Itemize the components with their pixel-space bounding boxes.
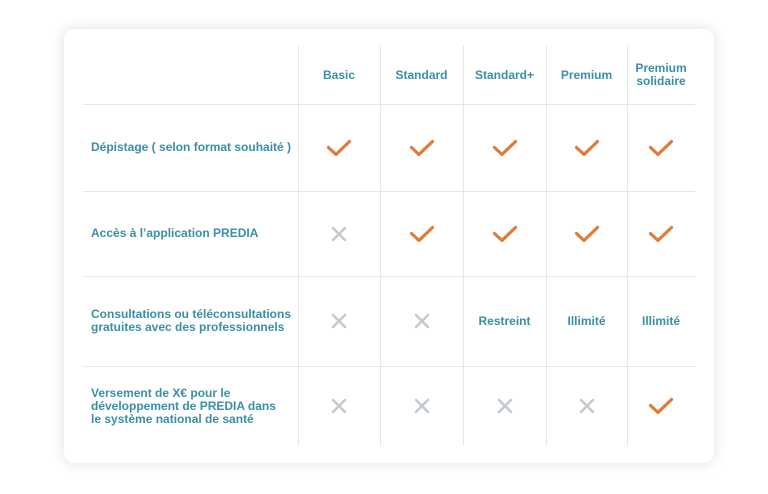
plan-feature-cell: [546, 191, 627, 276]
feature-name: Consultations ou téléconsultations gratu…: [91, 307, 292, 334]
column-header-basic: Basic: [298, 46, 380, 104]
plan-feature-cell: [627, 104, 695, 191]
plan-feature-cell: [380, 366, 463, 446]
check-icon: [326, 139, 352, 157]
column-header-premium-solidaire: Premium solidaire: [627, 46, 695, 104]
cross-icon: [579, 398, 595, 414]
check-icon: [492, 139, 518, 157]
feature-row-label: Consultations ou téléconsultations gratu…: [83, 276, 298, 366]
plan-feature-cell: [463, 366, 546, 446]
plan-feature-cell: [546, 104, 627, 191]
feature-row-label: Dépistage ( selon format souhaité ): [83, 104, 298, 191]
plan-feature-cell: [546, 366, 627, 446]
check-icon: [409, 139, 435, 157]
check-icon: [409, 225, 435, 243]
column-header-standard: Standard+: [463, 46, 546, 104]
cross-icon: [331, 313, 347, 329]
cross-icon: [331, 398, 347, 414]
plan-comparison-card: Basic Standard Standard+ Premium Premium sol…: [64, 29, 714, 463]
plan-feature-cell: Illimité: [627, 276, 695, 366]
cross-icon: [497, 398, 513, 414]
plan-name: Premium solidaire: [635, 61, 687, 88]
plan-feature-cell: Illimité: [546, 276, 627, 366]
feature-value: Illimité: [641, 313, 680, 328]
feature-name: Accès à l’application PREDIA: [91, 226, 259, 240]
plan-feature-cell: [463, 191, 546, 276]
feature-row-label: Versement de X€ pour le développement de…: [83, 366, 298, 446]
cross-icon: [414, 398, 430, 414]
check-icon: [574, 225, 600, 243]
plan-feature-cell: [298, 276, 380, 366]
plan-feature-cell: [298, 104, 380, 191]
plan-name: Basic: [322, 67, 356, 82]
plan-name: Standard: [395, 67, 448, 82]
feature-value: Illimité: [567, 313, 606, 328]
check-icon: [648, 225, 674, 243]
check-icon: [492, 225, 518, 243]
plan-name: Premium: [560, 67, 613, 82]
plan-name: Standard+: [474, 67, 534, 82]
feature-name: Dépistage ( selon format souhaité ): [91, 140, 292, 154]
cross-icon: [414, 313, 430, 329]
plan-feature-cell: [298, 366, 380, 446]
feature-value: Restreint: [478, 313, 531, 328]
plan-feature-cell: [463, 104, 546, 191]
plan-feature-cell: [380, 276, 463, 366]
check-icon: [574, 139, 600, 157]
plan-feature-cell: [627, 191, 695, 276]
plan-feature-cell: [298, 191, 380, 276]
check-icon: [648, 397, 674, 415]
plan-feature-cell: Restreint: [463, 276, 546, 366]
plan-feature-cell: [380, 191, 463, 276]
column-header-standard: Standard: [380, 46, 463, 104]
plan-comparison-table: Basic Standard Standard+ Premium Premium sol…: [83, 46, 695, 446]
column-header-premium: Premium: [546, 46, 627, 104]
cross-icon: [331, 226, 347, 242]
feature-name: Versement de X€ pour le développement de…: [91, 385, 276, 426]
plan-feature-cell: [380, 104, 463, 191]
plan-feature-cell: [627, 366, 695, 446]
feature-row-label: Accès à l’application PREDIA: [83, 191, 298, 276]
check-icon: [648, 139, 674, 157]
